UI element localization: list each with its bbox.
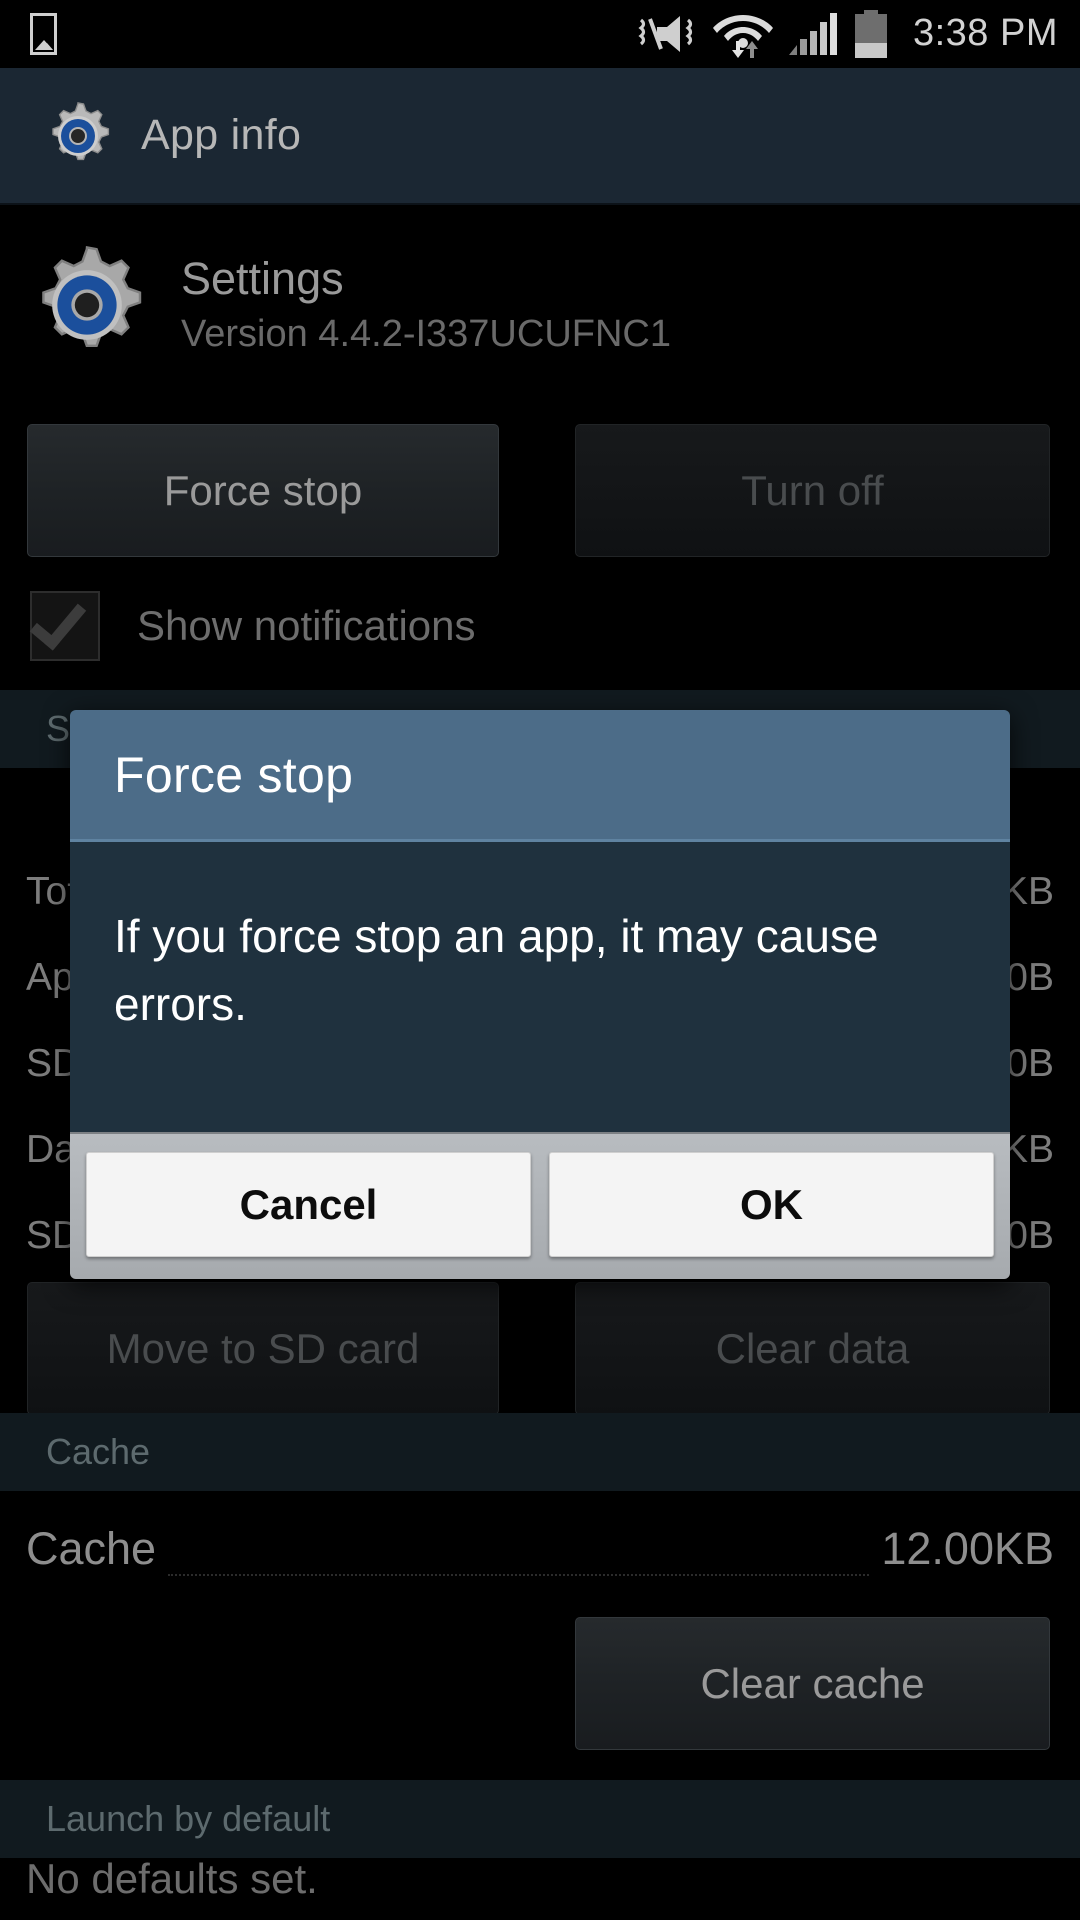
cellular-signal-icon [787, 11, 839, 57]
wifi-icon [712, 9, 774, 59]
status-bar-clock: 3:38 PM [912, 11, 1058, 54]
app-header: Settings Version 4.4.2-I337UCUFNC1 [0, 205, 1080, 405]
show-notifications-row[interactable]: Show notifications [0, 578, 1080, 674]
status-bar-left-icons [0, 13, 57, 55]
storage-action-row: Move to SD card Clear data [0, 1282, 1080, 1415]
settings-gear-icon [0, 244, 148, 366]
turn-off-button[interactable]: Turn off [575, 424, 1050, 557]
checkmark-icon [29, 591, 87, 651]
launch-by-default-title: Launch by default [46, 1798, 331, 1839]
app-version: Version 4.4.2-I337UCUFNC1 [181, 313, 671, 355]
primary-action-row: Force stop Turn off [0, 424, 1080, 557]
dialog-title: Force stop [114, 746, 354, 803]
storage-row-value: 0B [1006, 956, 1054, 999]
show-notifications-checkbox[interactable] [29, 591, 100, 661]
page-title: App info [141, 111, 302, 159]
force-stop-dialog: Force stop If you force stop an app, it … [70, 710, 1010, 1279]
cache-action-row: Clear cache [0, 1617, 1080, 1750]
dialog-title-bar: Force stop [70, 710, 1010, 842]
cache-row: Cache 12.00KB [0, 1504, 1080, 1594]
cache-row-value: 12.00KB [881, 1523, 1054, 1574]
move-to-sd-card-button[interactable]: Move to SD card [27, 1282, 499, 1415]
cache-row-label: Cache [26, 1523, 157, 1574]
cache-section-title: Cache [46, 1431, 151, 1472]
force-stop-button[interactable]: Force stop [27, 424, 499, 557]
show-notifications-label: Show notifications [137, 602, 476, 649]
launch-by-default-section-header: Launch by default [0, 1780, 1080, 1860]
settings-gear-icon [0, 101, 113, 171]
leader-line [168, 1573, 870, 1576]
status-bar-right-icons: 3:38 PM [637, 9, 1080, 59]
screenshot-icon [30, 13, 57, 55]
dialog-button-bar: Cancel OK [70, 1132, 1010, 1279]
cancel-button[interactable]: Cancel [86, 1152, 531, 1257]
clear-data-button[interactable]: Clear data [575, 1282, 1050, 1415]
clear-cache-button[interactable]: Clear cache [575, 1617, 1050, 1750]
storage-row-value: 0B [1006, 1042, 1054, 1085]
action-bar[interactable]: App info [0, 68, 1080, 205]
app-header-text: Settings Version 4.4.2-I337UCUFNC1 [148, 250, 671, 360]
no-defaults-text: No defaults set. [26, 1855, 318, 1902]
storage-row-value: 0B [1006, 1214, 1054, 1257]
dialog-body: If you force stop an app, it may cause e… [70, 842, 1010, 1132]
cache-section-header: Cache [0, 1413, 1080, 1493]
status-bar: 3:38 PM [0, 0, 1080, 68]
dialog-message: If you force stop an app, it may cause e… [114, 910, 879, 1030]
app-name: Settings [181, 253, 344, 304]
sound-mute-vibrate-icon [637, 11, 699, 57]
battery-icon [852, 10, 890, 58]
ok-button[interactable]: OK [549, 1152, 994, 1257]
